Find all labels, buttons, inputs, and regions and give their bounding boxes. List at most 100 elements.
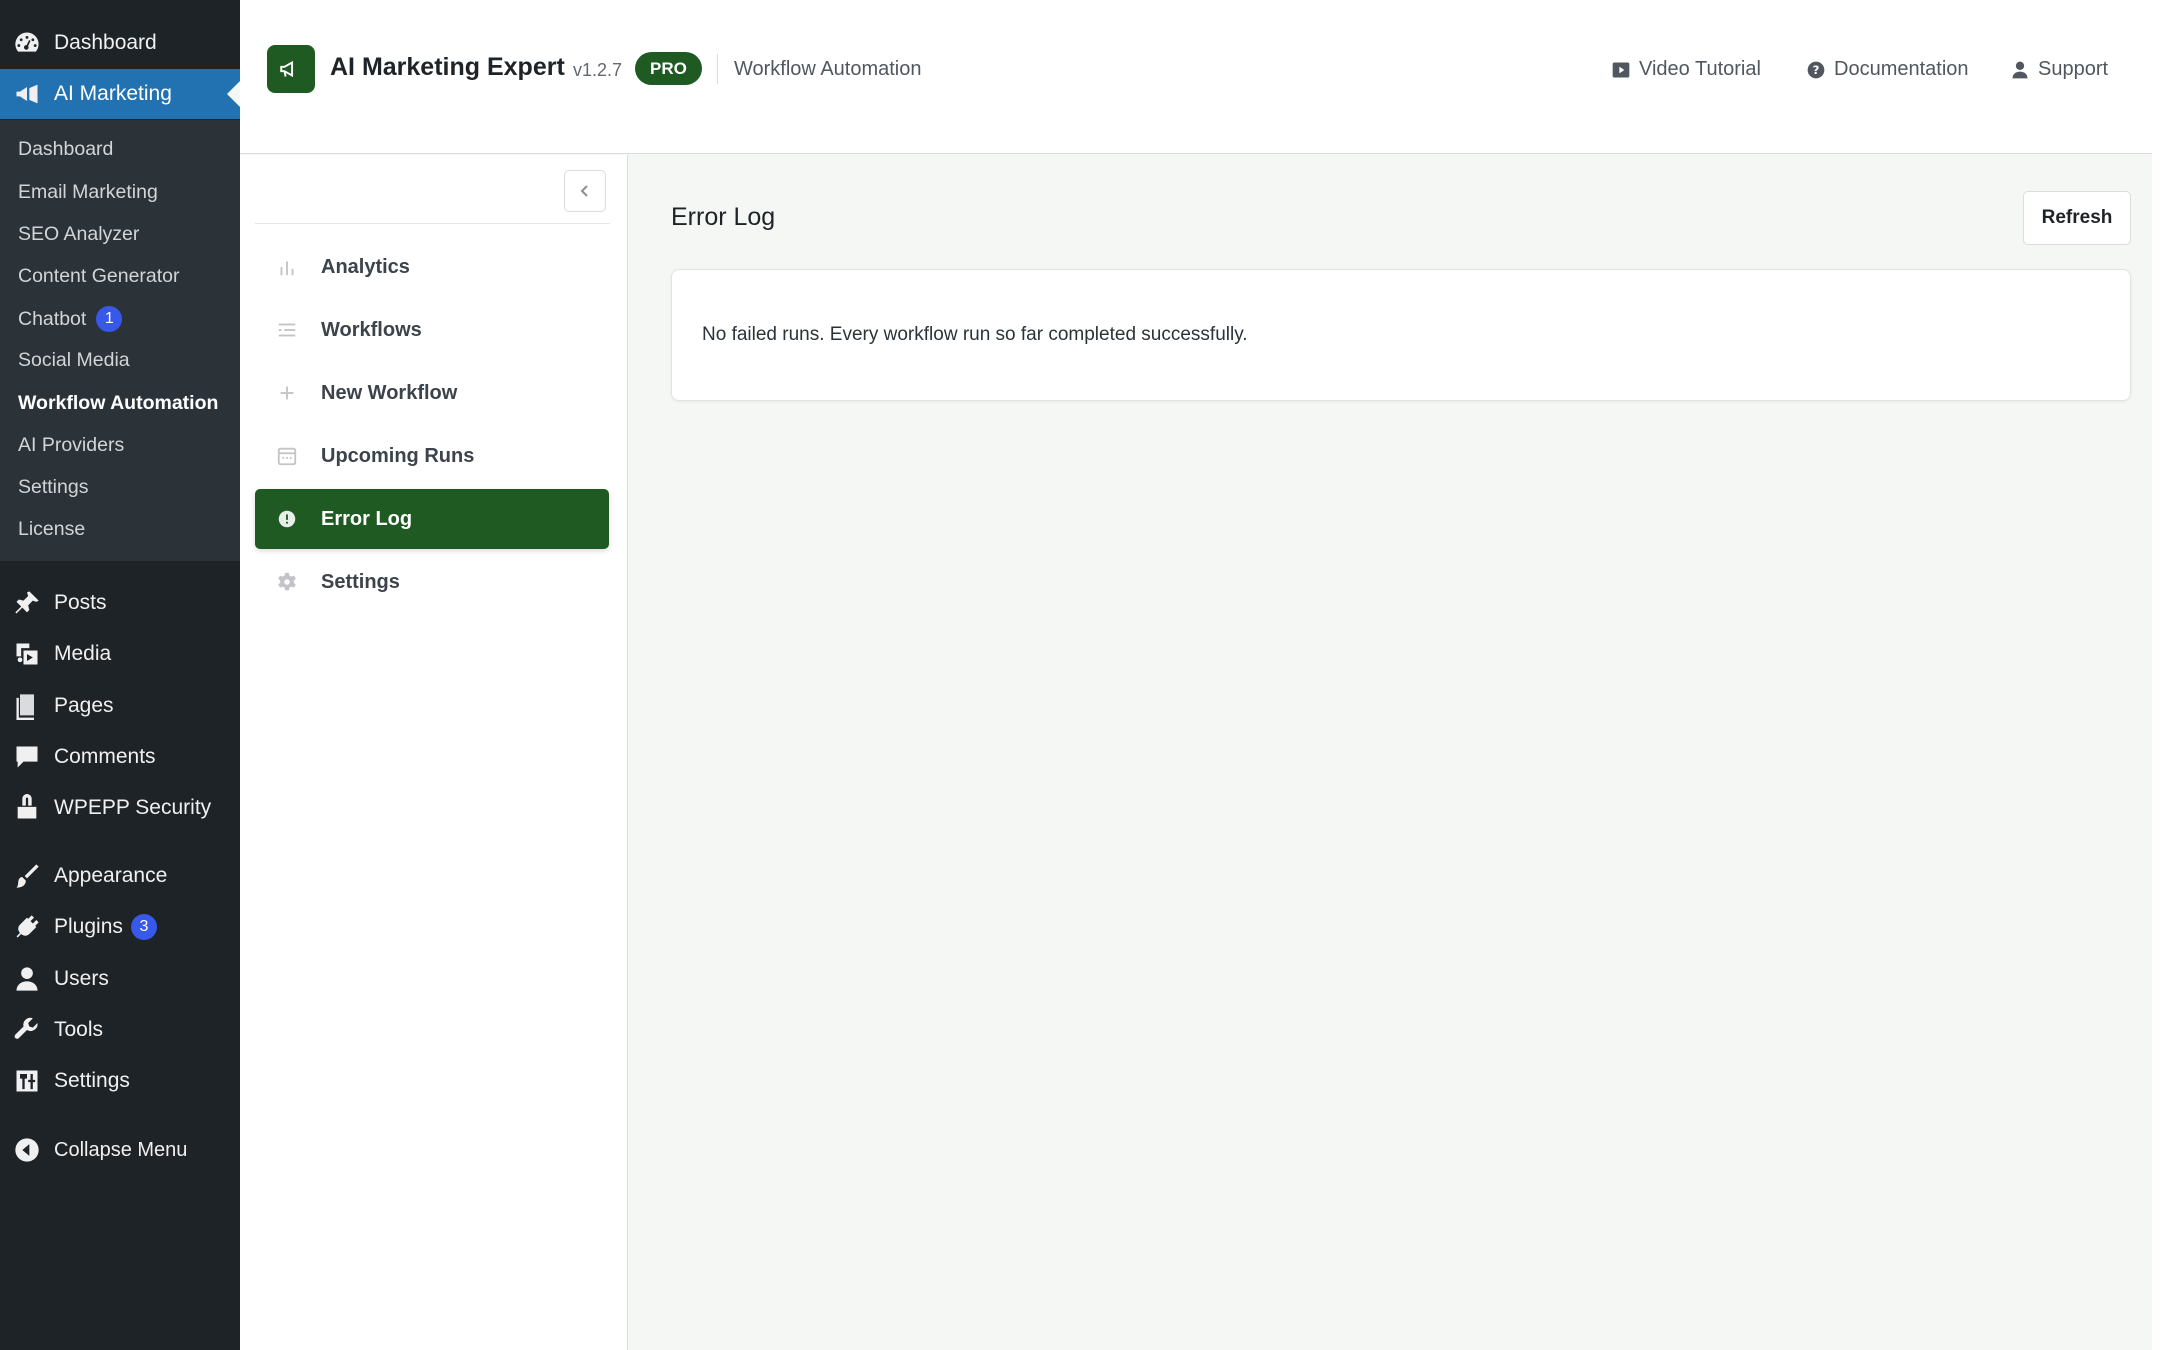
menu-label: Appearance — [54, 864, 168, 887]
pro-badge: PRO — [635, 52, 702, 85]
menu-label: Media — [54, 642, 112, 665]
menu-label: Plugins — [54, 915, 123, 938]
wp-admin-menu: Dashboard AI Marketing Dashboard Email M… — [0, 0, 240, 1350]
video-icon — [1612, 62, 1630, 77]
plugin-sidebar: Analytics Workflows New Workflow Upcomin… — [240, 155, 628, 1350]
submenu-item-social-media[interactable]: Social Media — [18, 349, 130, 372]
window-edge — [2152, 0, 2160, 1350]
header-divider — [717, 54, 718, 84]
menu-label: Users — [54, 967, 109, 990]
submenu-label: SEO Analyzer — [18, 223, 140, 245]
plug-icon — [12, 912, 42, 942]
menu-appearance[interactable]: Appearance — [0, 851, 240, 901]
calendar-icon — [275, 444, 299, 468]
menu-label: Tools — [54, 1018, 104, 1041]
megaphone-icon — [280, 60, 294, 78]
lock-icon — [12, 793, 42, 823]
submenu-item-settings[interactable]: Settings — [18, 476, 88, 499]
pages-icon — [12, 691, 42, 721]
plugin-title: AI Marketing Expert — [330, 53, 565, 81]
menu-collapse[interactable]: Collapse Menu — [0, 1125, 240, 1175]
video-tutorial-link[interactable]: Video Tutorial — [1611, 58, 1761, 81]
menu-label: Comments — [54, 745, 156, 768]
svg-text:?: ? — [1813, 63, 1820, 77]
menu-label: Settings — [54, 1069, 130, 1092]
nav-item-error-log[interactable]: Error Log — [255, 489, 609, 549]
menu-label: Collapse Menu — [54, 1138, 188, 1161]
documentation-link[interactable]: ? Documentation — [1806, 58, 1969, 81]
dashboard-icon — [12, 28, 42, 58]
submenu-item-license[interactable]: License — [18, 518, 85, 541]
plugin-version: v1.2.7 — [573, 60, 623, 80]
help-icon: ? — [1807, 61, 1825, 78]
link-label: Support — [2038, 58, 2109, 80]
nav-label: New Workflow — [321, 381, 458, 404]
nav-label: Analytics — [321, 255, 410, 278]
alert-icon — [275, 507, 299, 531]
menu-ai-marketing[interactable]: AI Marketing — [0, 69, 240, 119]
refresh-button[interactable]: Refresh — [2023, 191, 2131, 245]
nav-label: Upcoming Runs — [321, 444, 475, 467]
submenu-item-chatbot[interactable]: Chatbot 1 — [18, 306, 123, 332]
gear-icon — [275, 570, 299, 594]
page-title: Error Log — [671, 203, 776, 231]
menu-label: AI Marketing — [54, 82, 172, 105]
menu-label: WPEPP Security — [54, 796, 212, 819]
plus-icon — [275, 381, 299, 405]
brush-icon — [12, 861, 42, 891]
megaphone-icon — [12, 79, 42, 109]
current-section-label: Workflow Automation — [734, 58, 922, 80]
menu-settings[interactable]: Settings — [0, 1056, 240, 1106]
link-label: Video Tutorial — [1639, 58, 1761, 80]
submenu-label: Social Media — [18, 349, 130, 371]
media-icon — [12, 639, 42, 669]
menu-label: Pages — [54, 694, 114, 717]
plugin-header: AI Marketing Expert v1.2.7 PRO Workflow … — [240, 0, 2152, 154]
link-label: Documentation — [1834, 58, 1969, 80]
settings-sliders-icon — [12, 1066, 42, 1096]
submenu-label: Settings — [18, 476, 89, 498]
wrench-icon — [12, 1015, 42, 1045]
menu-tools[interactable]: Tools — [0, 1005, 240, 1055]
nav-item-analytics[interactable]: Analytics — [255, 237, 609, 297]
submenu-item-dashboard[interactable]: Dashboard — [18, 138, 113, 161]
menu-media[interactable]: Media — [0, 629, 240, 679]
user-icon — [12, 964, 42, 994]
submenu-label: License — [18, 518, 86, 540]
menu-wpepp-security[interactable]: WPEPP Security — [0, 783, 240, 833]
list-icon — [275, 318, 299, 342]
bar-chart-icon — [275, 255, 299, 279]
submenu-item-workflow-automation[interactable]: Workflow Automation — [18, 392, 218, 415]
submenu-label: Email Marketing — [18, 181, 158, 203]
submenu-item-email-marketing[interactable]: Email Marketing — [18, 181, 158, 204]
submenu-label: Content Generator — [18, 265, 180, 287]
collapse-sidebar-button[interactable] — [564, 170, 606, 212]
menu-label: Posts — [54, 591, 107, 614]
plugins-update-badge: 3 — [131, 914, 157, 940]
submenu-label: AI Providers — [18, 434, 125, 456]
menu-users[interactable]: Users — [0, 954, 240, 1004]
submenu-item-content-generator[interactable]: Content Generator — [18, 265, 180, 288]
nav-label: Settings — [321, 570, 400, 593]
support-link[interactable]: Support — [2010, 58, 2108, 81]
nav-label: Workflows — [321, 318, 422, 341]
nav-item-settings[interactable]: Settings — [255, 552, 609, 612]
submenu-label: Chatbot — [18, 307, 87, 330]
submenu-item-seo-analyzer[interactable]: SEO Analyzer — [18, 223, 139, 246]
submenu-item-ai-providers[interactable]: AI Providers — [18, 434, 124, 457]
menu-comments[interactable]: Comments — [0, 732, 240, 782]
nav-divider — [255, 223, 610, 224]
nav-item-workflows[interactable]: Workflows — [255, 300, 609, 360]
nav-item-new-workflow[interactable]: New Workflow — [255, 363, 609, 423]
user-icon — [2012, 61, 2028, 78]
menu-label: Dashboard — [54, 31, 157, 54]
collapse-arrow-icon — [12, 1135, 42, 1165]
menu-dashboard[interactable]: Dashboard — [0, 18, 240, 68]
empty-state-message: No failed runs. Every workflow run so fa… — [702, 324, 1248, 345]
menu-posts[interactable]: Posts — [0, 578, 240, 628]
menu-pages[interactable]: Pages — [0, 681, 240, 731]
menu-plugins[interactable]: Plugins 3 — [0, 902, 240, 952]
chevron-left-icon — [580, 185, 588, 197]
nav-item-upcoming-runs[interactable]: Upcoming Runs — [255, 426, 609, 486]
pin-icon — [12, 588, 42, 618]
